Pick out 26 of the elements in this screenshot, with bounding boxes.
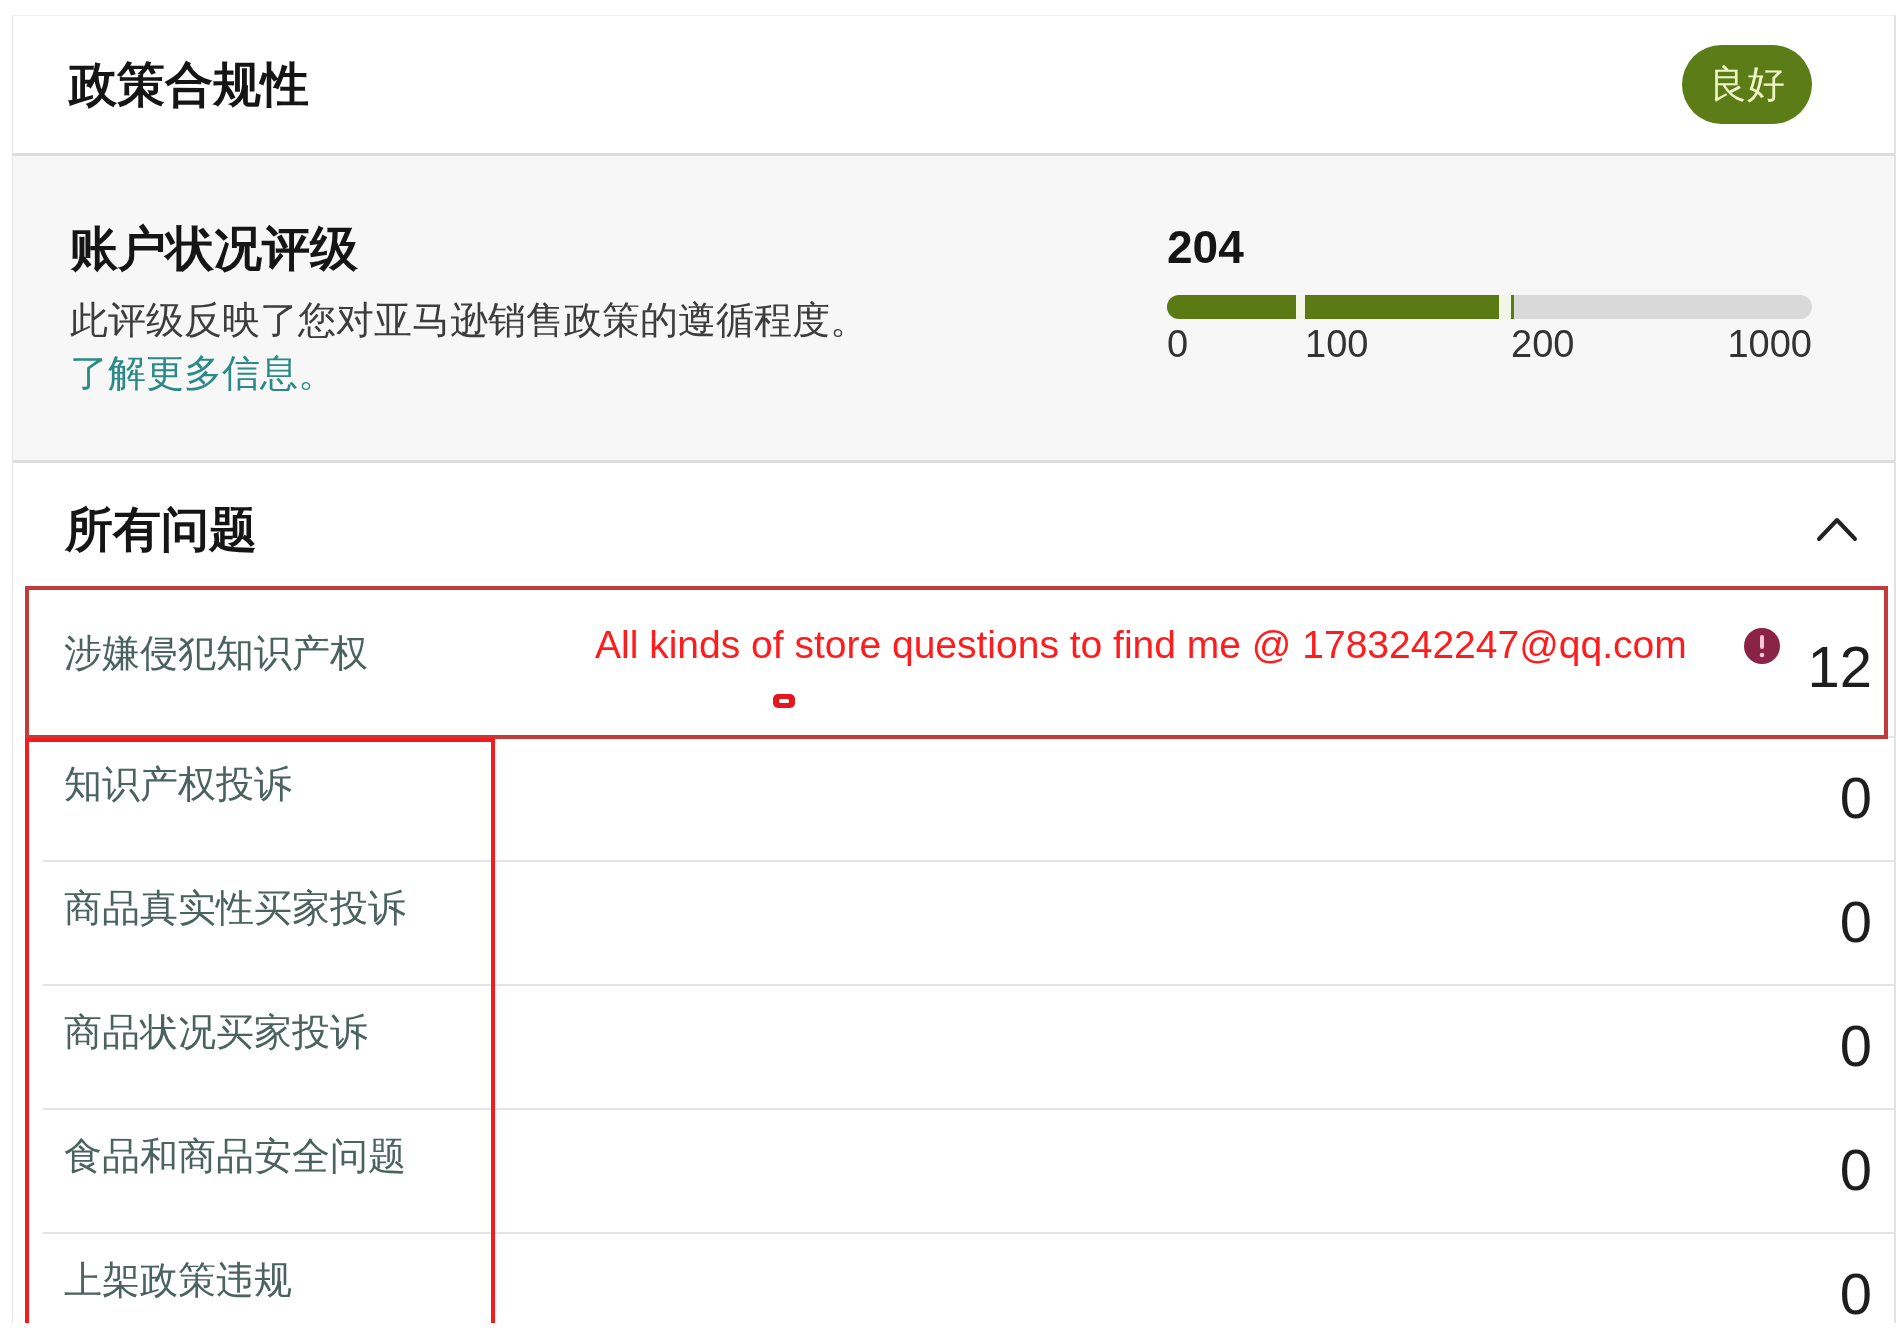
meter-label: 1000 xyxy=(1727,322,1812,368)
issue-link[interactable]: 知识产权投诉 xyxy=(64,761,292,808)
issue-count: 0 xyxy=(1839,893,1872,952)
annotation-text: All kinds of store questions to find me @ 1783242247@qq.com xyxy=(595,622,1687,669)
learn-more-link[interactable]: 了解更多信息。 xyxy=(70,351,336,394)
issue-link[interactable]: 涉嫌侵犯知识产权 xyxy=(64,630,368,677)
handle-icon xyxy=(773,694,795,709)
issue-link[interactable]: 食品和商品安全问题 xyxy=(64,1133,406,1180)
issue-link[interactable]: 商品状况买家投诉 xyxy=(64,1009,368,1056)
issues-title: 所有问题 xyxy=(65,501,257,558)
issue-count: 12 xyxy=(1807,638,1872,697)
issue-link[interactable]: 商品真实性买家投诉 xyxy=(64,885,406,932)
meter-label: 100 xyxy=(1305,322,1369,368)
issue-count: 0 xyxy=(1839,769,1872,828)
issue-count: 0 xyxy=(1839,1017,1872,1076)
rating-description: 此评级反映了您对亚马逊销售政策的遵循程度。 了解更多信息。 xyxy=(70,297,869,396)
meter-label: 0 xyxy=(1167,322,1189,368)
chevron-up-icon[interactable] xyxy=(1816,516,1858,543)
meter-label: 200 xyxy=(1511,322,1575,368)
panel-title: 政策合规性 xyxy=(69,56,309,113)
rating-title: 账户状况评级 xyxy=(70,221,359,277)
issue-count: 0 xyxy=(1839,1141,1872,1200)
issue-link[interactable]: 上架政策违规 xyxy=(64,1257,292,1304)
status-badge: 良好 xyxy=(1682,45,1812,124)
issue-count: 0 xyxy=(1839,1265,1872,1324)
rating-score: 204 xyxy=(1167,220,1245,275)
